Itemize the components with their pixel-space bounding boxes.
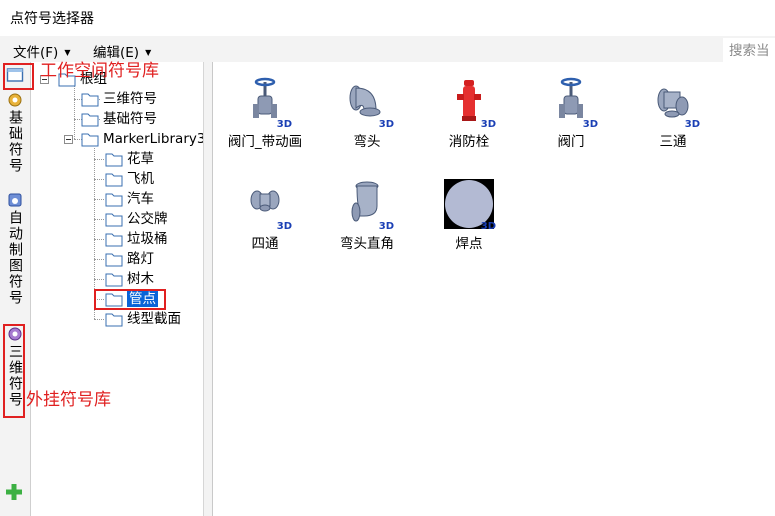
tree-node-label: 路灯 <box>127 251 154 267</box>
tree-connector <box>94 199 104 200</box>
title-bar: 点符号选择器 <box>0 0 775 36</box>
add-library-button[interactable] <box>4 482 24 502</box>
symbol-label: 弯头 <box>353 134 381 150</box>
folder-icon <box>105 233 123 247</box>
tree-node-bus-stop[interactable]: 公交牌 <box>105 209 168 229</box>
tree-node-street-light[interactable]: 路灯 <box>105 249 154 269</box>
folder-icon <box>81 93 99 107</box>
annotation-external-library: 外挂符号库 <box>26 390 111 410</box>
symbol-item[interactable]: 3D 阀门_带动画 <box>215 68 315 158</box>
symbol-label: 弯头直角 <box>340 236 394 252</box>
symbol-item[interactable]: 3D 弯头 <box>317 68 417 158</box>
folder-icon <box>81 133 99 147</box>
collapse-toggle[interactable] <box>64 135 73 144</box>
tree-connector <box>94 319 104 320</box>
tree-connector <box>94 159 104 160</box>
folder-icon <box>105 213 123 227</box>
tab-basic-symbols[interactable]: 基础符号 <box>4 92 26 174</box>
symbol-item[interactable]: 3D 焊点 <box>419 170 519 260</box>
symbol-label: 焊点 <box>455 236 483 252</box>
annotation-box-workspace <box>3 63 34 90</box>
symbol-item[interactable]: 3D 三通 <box>623 68 723 158</box>
3d-badge: 3D <box>480 221 496 232</box>
symbol-item[interactable]: 3D 消防栓 <box>419 68 519 158</box>
auto-mapping-icon <box>8 193 22 207</box>
search-input[interactable]: 搜索当 <box>723 38 775 64</box>
tree-node-label: 花草 <box>127 151 154 167</box>
folder-icon <box>105 313 123 327</box>
folder-icon <box>105 173 123 187</box>
3d-badge: 3D <box>378 119 394 130</box>
symbol-item[interactable]: 3D 阀门 <box>521 68 621 158</box>
tree-node-label: 线型截面 <box>127 311 181 327</box>
tree-node-basic-symbols[interactable]: 基础符号 <box>81 109 157 129</box>
folder-icon <box>105 253 123 267</box>
tab-basic-symbols-label: 基础符号 <box>7 110 23 174</box>
tree-node-label: MarkerLibrary3D <box>103 131 203 147</box>
symbol-label: 四通 <box>251 236 279 252</box>
tree-node-label: 树木 <box>127 271 154 287</box>
folder-icon <box>105 153 123 167</box>
folder-icon <box>105 273 123 287</box>
annotation-box-selected <box>94 289 166 310</box>
3d-badge: 3D <box>684 119 700 130</box>
window-title: 点符号选择器 <box>10 11 94 27</box>
symbol-label: 阀门_带动画 <box>227 134 303 150</box>
3d-badge: 3D <box>480 119 496 130</box>
symbol-item[interactable]: 3D 弯头直角 <box>317 170 417 260</box>
tree-node-label: 垃圾桶 <box>127 231 168 247</box>
tree-node-label: 飞机 <box>127 171 154 187</box>
splitter[interactable] <box>204 62 212 516</box>
folder-icon <box>105 193 123 207</box>
symbol-label: 消防栓 <box>448 134 490 150</box>
tree-node-label: 基础符号 <box>103 111 157 127</box>
tree-node-car[interactable]: 汽车 <box>105 189 154 209</box>
3d-badge: 3D <box>276 119 292 130</box>
tree-node-line-section[interactable]: 线型截面 <box>105 309 181 329</box>
tree-connector <box>74 82 75 139</box>
tree-node-label: 三维符号 <box>103 91 157 107</box>
symbol-gallery: 3D 阀门_带动画 3D 弯头 3D 消防栓 3D 阀门 3D 三通 3D 四通… <box>212 62 775 516</box>
symbol-label: 阀门 <box>557 134 585 150</box>
tree-connector <box>94 219 104 220</box>
tree-node-flowers[interactable]: 花草 <box>105 149 154 169</box>
annotation-workspace-library: 工作空间符号库 <box>40 61 159 81</box>
symbol-item[interactable]: 3D 四通 <box>215 170 315 260</box>
tree-node-trees[interactable]: 树木 <box>105 269 154 289</box>
symbol-label: 三通 <box>659 134 687 150</box>
symbol-library-sidebar: 基础符号 自动制图符号 三维符号 <box>0 62 31 516</box>
tree-connector <box>94 179 104 180</box>
tree-node-3d-symbols[interactable]: 三维符号 <box>81 89 157 109</box>
tree-node-label: 公交牌 <box>127 211 168 227</box>
tree-node-trash-bin[interactable]: 垃圾桶 <box>105 229 168 249</box>
basic-symbols-icon <box>8 93 22 107</box>
tree-connector <box>94 239 104 240</box>
3d-badge: 3D <box>582 119 598 130</box>
tree-node-aircraft[interactable]: 飞机 <box>105 169 154 189</box>
tab-auto-mapping-label: 自动制图符号 <box>7 210 23 306</box>
annotation-box-external <box>3 324 25 418</box>
tree-node-marker-library[interactable]: MarkerLibrary3D <box>81 129 203 149</box>
3d-badge: 3D <box>276 221 292 232</box>
3d-badge: 3D <box>378 221 394 232</box>
tree-connector <box>94 279 104 280</box>
tree-connector <box>94 259 104 260</box>
folder-icon <box>81 113 99 127</box>
tab-auto-mapping-symbols[interactable]: 自动制图符号 <box>4 192 26 306</box>
tree-node-label: 汽车 <box>127 191 154 207</box>
